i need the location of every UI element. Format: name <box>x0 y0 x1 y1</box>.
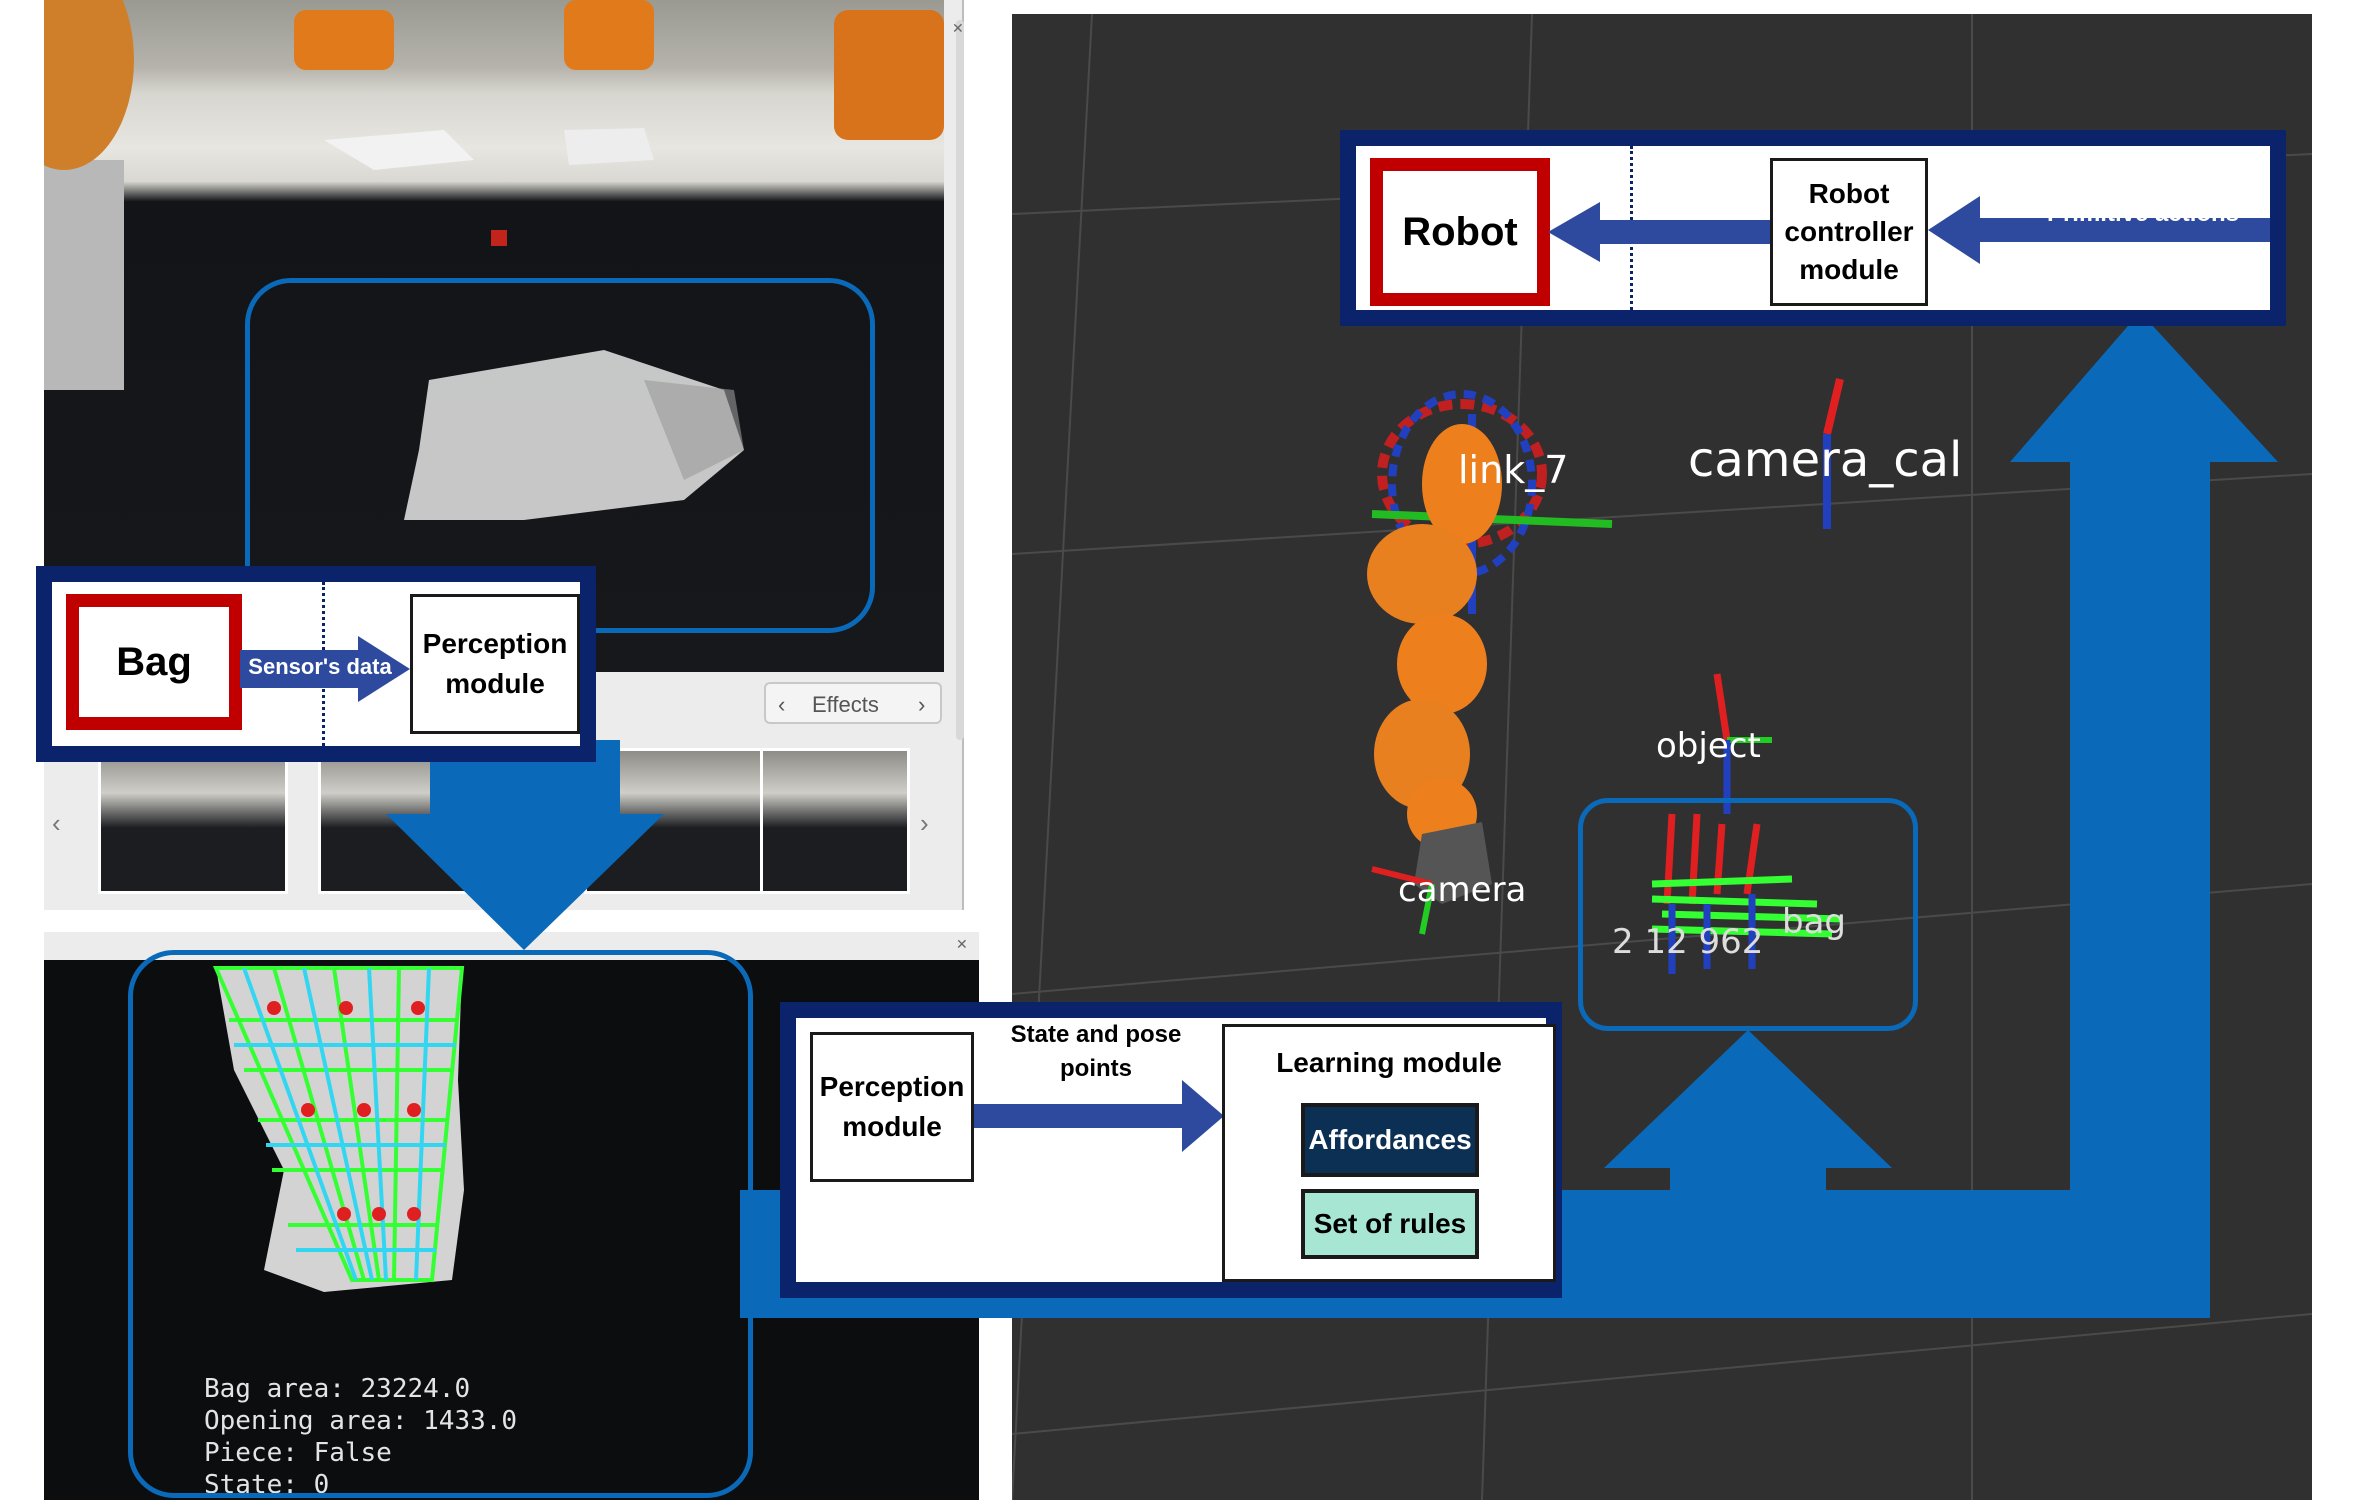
bag-box: Bag Sensor's data Perception module <box>36 566 596 762</box>
bag-frames-callout <box>1578 798 1918 1031</box>
flow-arrow-to-perception <box>386 740 664 950</box>
learning-box: Perception module State and pose points … <box>780 1002 1562 1298</box>
controller-label: Robot controller module <box>1770 158 1928 306</box>
rules-label: Set of rules <box>1301 1189 1479 1259</box>
bag-label: Bag <box>66 594 242 730</box>
learning-module: Learning module Affordances Set of rules <box>1222 1024 1556 1282</box>
state-pose-arrow <box>974 1080 1224 1152</box>
robot-label: Robot <box>1370 158 1550 306</box>
bag-perception-label: Perception module <box>410 594 580 734</box>
affordances-label: Affordances <box>1301 1103 1479 1177</box>
robot-box: Robot Robot controller module Primitive … <box>1340 130 2286 326</box>
mesh-callout <box>128 950 753 1498</box>
state-pose-label: State and pose points <box>1010 1021 1182 1082</box>
learning-perception-label: Perception module <box>810 1032 974 1182</box>
learning-label: Learning module <box>1276 1047 1502 1078</box>
sensor-data-label: Sensor's data <box>248 654 392 679</box>
flow-arrow-to-bag <box>1604 1030 1892 1190</box>
primitive-actions-label: Primitive actions <box>2046 200 2240 227</box>
arrow-to-robot-icon <box>1548 202 1788 262</box>
